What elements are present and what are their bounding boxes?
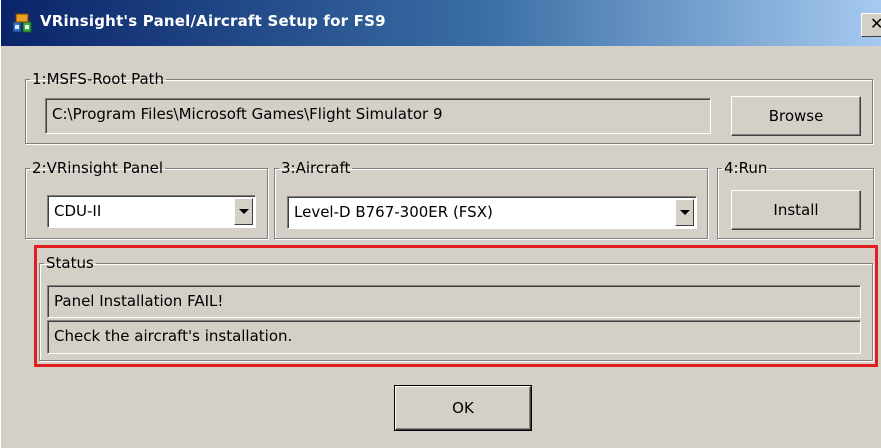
ok-button[interactable]: OK [394, 385, 532, 431]
status-legend: Status [46, 254, 94, 272]
panel-select[interactable]: CDU-II [47, 195, 256, 228]
title-bar[interactable]: VRinsight's Panel/Aircraft Setup for FS9… [1, 0, 881, 46]
aircraft-select[interactable]: Level-D B767-300ER (FSX) [287, 196, 697, 229]
panel-dropdown-button[interactable] [234, 198, 253, 225]
close-button[interactable]: ✕ [861, 13, 881, 37]
aircraft-select-value: Level-D B767-300ER (FSX) [294, 203, 493, 221]
install-button[interactable]: Install [731, 190, 861, 230]
close-icon: ✕ [870, 14, 881, 33]
panel-select-value: CDU-II [54, 202, 102, 220]
vrinsight-panel-legend: 2:VRinsight Panel [32, 159, 164, 177]
app-icon [12, 13, 32, 33]
chevron-down-icon [680, 210, 690, 215]
status-line-1: Panel Installation FAIL! [47, 285, 861, 318]
run-legend: 4:Run [724, 159, 768, 177]
msfs-path-field[interactable]: C:\Program Files\Microsoft Games\Flight … [45, 98, 711, 134]
msfs-root-path-legend: 1:MSFS-Root Path [32, 70, 165, 88]
setup-dialog: VRinsight's Panel/Aircraft Setup for FS9… [0, 0, 881, 448]
aircraft-dropdown-button[interactable] [675, 199, 694, 226]
aircraft-legend: 3:Aircraft [281, 159, 351, 177]
status-line-2: Check the aircraft's installation. [47, 320, 861, 354]
chevron-down-icon [239, 209, 249, 214]
window-title: VRinsight's Panel/Aircraft Setup for FS9 [40, 12, 386, 30]
browse-button[interactable]: Browse [731, 96, 861, 136]
